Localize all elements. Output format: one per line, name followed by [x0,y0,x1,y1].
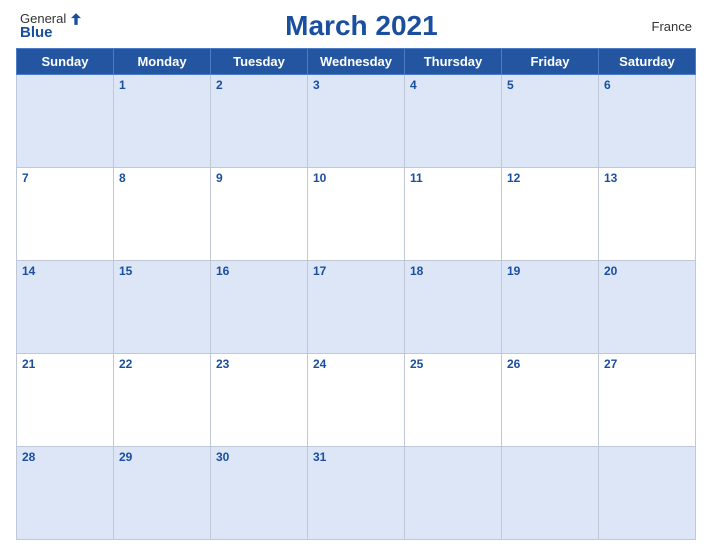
calendar-day: 26 [502,354,599,447]
calendar-day: 6 [599,75,696,168]
calendar-table: SundayMondayTuesdayWednesdayThursdayFrid… [16,48,696,540]
logo: General Blue [20,12,81,41]
calendar-week-row: 78910111213 [17,168,696,261]
calendar-day: 14 [17,261,114,354]
weekday-header-saturday: Saturday [599,49,696,75]
weekday-header-tuesday: Tuesday [211,49,308,75]
country-label: France [642,19,692,34]
logo-general-text: General [20,12,81,26]
calendar-header-row: SundayMondayTuesdayWednesdayThursdayFrid… [17,49,696,75]
calendar-day-empty [502,447,599,540]
calendar-day: 22 [114,354,211,447]
calendar-week-row: 28293031 [17,447,696,540]
weekday-header-sunday: Sunday [17,49,114,75]
calendar-day: 7 [17,168,114,261]
calendar-day: 20 [599,261,696,354]
calendar-day: 10 [308,168,405,261]
calendar-day: 28 [17,447,114,540]
calendar-day: 24 [308,354,405,447]
calendar-header: General Blue March 2021 France [16,10,696,42]
calendar-day: 9 [211,168,308,261]
calendar-day: 31 [308,447,405,540]
calendar-day: 1 [114,75,211,168]
calendar-day: 4 [405,75,502,168]
weekday-header-wednesday: Wednesday [308,49,405,75]
calendar-week-row: 123456 [17,75,696,168]
calendar-day-empty [17,75,114,168]
calendar-day: 5 [502,75,599,168]
weekday-header-friday: Friday [502,49,599,75]
calendar-body: 1234567891011121314151617181920212223242… [17,75,696,540]
calendar-day: 29 [114,447,211,540]
calendar-day-empty [599,447,696,540]
calendar-day: 25 [405,354,502,447]
calendar-day-empty [405,447,502,540]
calendar-day: 23 [211,354,308,447]
calendar-week-row: 21222324252627 [17,354,696,447]
calendar-day: 19 [502,261,599,354]
calendar-day: 2 [211,75,308,168]
weekday-header-monday: Monday [114,49,211,75]
calendar-day: 21 [17,354,114,447]
calendar-day: 8 [114,168,211,261]
calendar-day: 16 [211,261,308,354]
calendar-day: 27 [599,354,696,447]
calendar-day: 17 [308,261,405,354]
calendar-day: 13 [599,168,696,261]
calendar-day: 15 [114,261,211,354]
weekday-header-thursday: Thursday [405,49,502,75]
logo-bird-icon [71,13,81,25]
calendar-day: 30 [211,447,308,540]
calendar-day: 18 [405,261,502,354]
calendar-day: 3 [308,75,405,168]
calendar-title: March 2021 [81,10,642,42]
calendar-day: 11 [405,168,502,261]
logo-blue-text: Blue [20,25,53,40]
calendar-week-row: 14151617181920 [17,261,696,354]
calendar-day: 12 [502,168,599,261]
